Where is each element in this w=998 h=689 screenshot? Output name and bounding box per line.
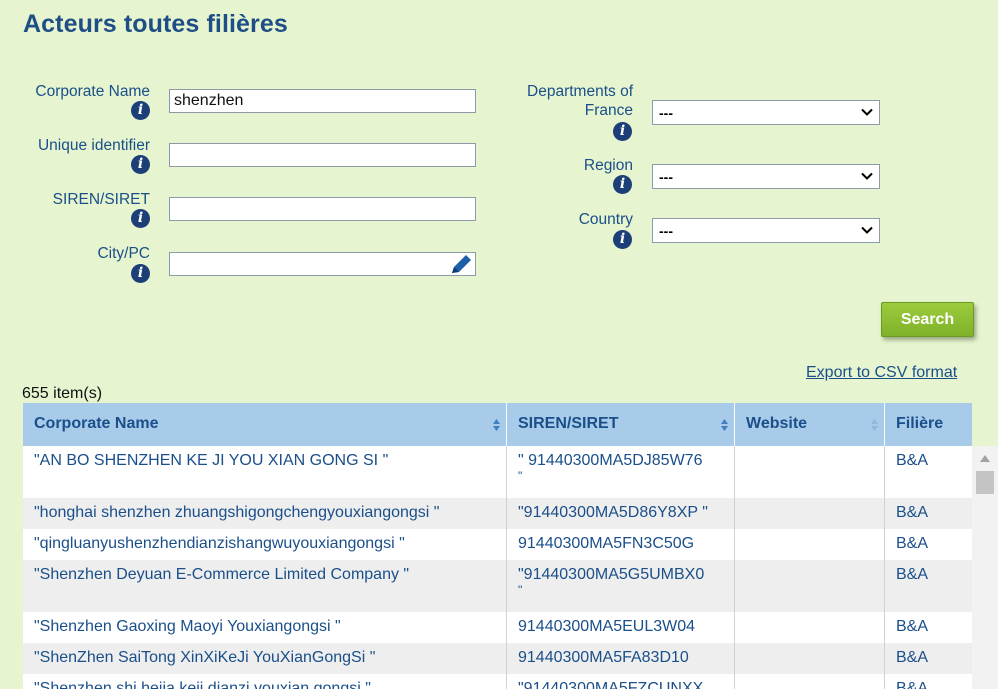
info-icon[interactable]: i	[131, 101, 150, 120]
info-icon[interactable]: i	[131, 264, 150, 283]
column-header-label: Website	[746, 415, 808, 432]
scroll-thumb[interactable]	[976, 471, 994, 494]
info-icon[interactable]: i	[131, 209, 150, 228]
cell-website	[734, 612, 884, 643]
cell-siren: "91440300MA5D86Y8XP "	[506, 498, 734, 529]
column-header-label: SIREN/SIRET	[518, 415, 619, 432]
table-row[interactable]: "qingluanyushenzhendianzishangwuyouxiang…	[23, 529, 972, 560]
region-label: Region	[583, 157, 633, 174]
table-row[interactable]: "Shenzhen shi hejia keji dianzi youxian …	[23, 674, 972, 689]
cell-corporate-name: "AN BO SHENZHEN KE JI YOU XIAN GONG SI "	[34, 452, 389, 469]
cell-corporate-name: "Shenzhen Gaoxing Maoyi Youxiangongsi "	[34, 618, 341, 635]
table-scrollbar[interactable]	[972, 446, 998, 689]
region-select[interactable]: ---	[652, 164, 880, 189]
page-title: Acteurs toutes filières	[23, 10, 288, 38]
column-header-label: Filière	[896, 415, 944, 432]
info-icon[interactable]: i	[613, 122, 632, 141]
cell-filiere: B&A	[884, 643, 972, 674]
unique-identifier-label: Unique identifier	[37, 137, 150, 154]
table-row[interactable]: "AN BO SHENZHEN KE JI YOU XIAN GONG SI "…	[23, 446, 972, 498]
cell-filiere: B&A	[884, 446, 972, 498]
departments-selected-value: ---	[659, 105, 673, 121]
siren-siret-label: SIREN/SIRET	[52, 191, 150, 208]
table-row[interactable]: "Shenzhen Gaoxing Maoyi Youxiangongsi " …	[23, 612, 972, 643]
cell-siren-line1: " 91440300MA5DJ85W76	[518, 452, 703, 469]
departments-label-line1: Departments of	[527, 83, 633, 100]
cell-siren-line2: "	[518, 583, 523, 597]
chevron-down-icon	[861, 108, 873, 116]
column-header-siren-siret[interactable]: SIREN/SIRET	[506, 403, 734, 446]
cell-siren-line1: "91440300MA5G5UMBX0	[518, 566, 705, 583]
sort-icon[interactable]	[721, 419, 728, 431]
search-button[interactable]: Search	[881, 302, 974, 337]
country-selected-value: ---	[659, 223, 673, 239]
table-row[interactable]: "honghai shenzhen zhuangshigongchengyoux…	[23, 498, 972, 529]
country-label: Country	[578, 211, 633, 228]
cell-filiere: B&A	[884, 498, 972, 529]
cell-filiere: B&A	[884, 612, 972, 643]
sort-icon[interactable]	[871, 419, 878, 431]
cell-siren-line1: 91440300MA5EUL3W04	[518, 618, 696, 635]
cell-filiere: B&A	[884, 560, 972, 612]
cell-website	[734, 498, 884, 529]
cell-website	[734, 643, 884, 674]
cell-siren: 91440300MA5FN3C50G	[506, 529, 734, 560]
cell-siren-line1: 91440300MA5FA83D10	[518, 649, 689, 666]
info-icon[interactable]: i	[131, 155, 150, 174]
cell-siren: "91440300MA5G5UMBX0 "	[506, 560, 734, 612]
unique-identifier-input[interactable]	[169, 143, 476, 167]
cell-website	[734, 560, 884, 612]
cell-siren-line1: "91440300MA5FZCUNXX	[518, 680, 704, 689]
cell-siren: " 91440300MA5DJ85W76 "	[506, 446, 734, 498]
departments-label-line2: France	[584, 102, 633, 119]
cell-siren-line2: "	[518, 469, 523, 483]
departments-label: Departments of France	[527, 82, 633, 120]
pencil-icon[interactable]	[447, 252, 474, 276]
country-select[interactable]: ---	[652, 218, 880, 243]
departments-select[interactable]: ---	[652, 100, 880, 125]
chevron-down-icon	[861, 172, 873, 180]
cell-siren-line1: "91440300MA5D86Y8XP "	[518, 504, 708, 521]
info-icon[interactable]: i	[613, 175, 632, 194]
region-selected-value: ---	[659, 169, 673, 185]
corporate-name-input[interactable]	[169, 89, 476, 113]
cell-corporate-name: "qingluanyushenzhendianzishangwuyouxiang…	[34, 535, 405, 552]
cell-siren-line1: 91440300MA5FN3C50G	[518, 535, 695, 552]
city-pc-input[interactable]	[169, 252, 476, 276]
cell-corporate-name: "Shenzhen Deyuan E-Commerce Limited Comp…	[34, 566, 410, 583]
table-row[interactable]: "Shenzhen Deyuan E-Commerce Limited Comp…	[23, 560, 972, 612]
cell-filiere: B&A	[884, 674, 972, 689]
item-count: 655 item(s)	[22, 385, 103, 402]
cell-filiere: B&A	[884, 529, 972, 560]
results-table: Corporate Name SIREN/SIRET Website Filiè…	[23, 403, 972, 689]
siren-siret-input[interactable]	[169, 197, 476, 221]
cell-siren: "91440300MA5FZCUNXX	[506, 674, 734, 689]
column-header-filiere[interactable]: Filière	[884, 403, 972, 446]
cell-corporate-name: "Shenzhen shi hejia keji dianzi youxian …	[34, 680, 371, 689]
table-row[interactable]: "ShenZhen SaiTong XinXiKeJi YouXianGongS…	[23, 643, 972, 674]
city-pc-label: City/PC	[97, 245, 150, 262]
info-icon[interactable]: i	[613, 230, 632, 249]
cell-website	[734, 674, 884, 689]
cell-website	[734, 446, 884, 498]
cell-corporate-name: "ShenZhen SaiTong XinXiKeJi YouXianGongS…	[34, 649, 376, 666]
scroll-up-arrow-icon[interactable]	[980, 455, 990, 462]
export-csv-link[interactable]: Export to CSV format	[806, 364, 957, 382]
corporate-name-label: Corporate Name	[35, 83, 150, 100]
column-header-corporate-name[interactable]: Corporate Name	[23, 403, 506, 446]
sort-icon[interactable]	[493, 419, 500, 431]
column-header-website[interactable]: Website	[734, 403, 884, 446]
cell-siren: 91440300MA5FA83D10	[506, 643, 734, 674]
cell-corporate-name: "honghai shenzhen zhuangshigongchengyoux…	[34, 504, 440, 521]
chevron-down-icon	[861, 226, 873, 234]
table-header: Corporate Name SIREN/SIRET Website Filiè…	[23, 403, 972, 446]
column-header-label: Corporate Name	[34, 415, 159, 432]
cell-website	[734, 529, 884, 560]
cell-siren: 91440300MA5EUL3W04	[506, 612, 734, 643]
